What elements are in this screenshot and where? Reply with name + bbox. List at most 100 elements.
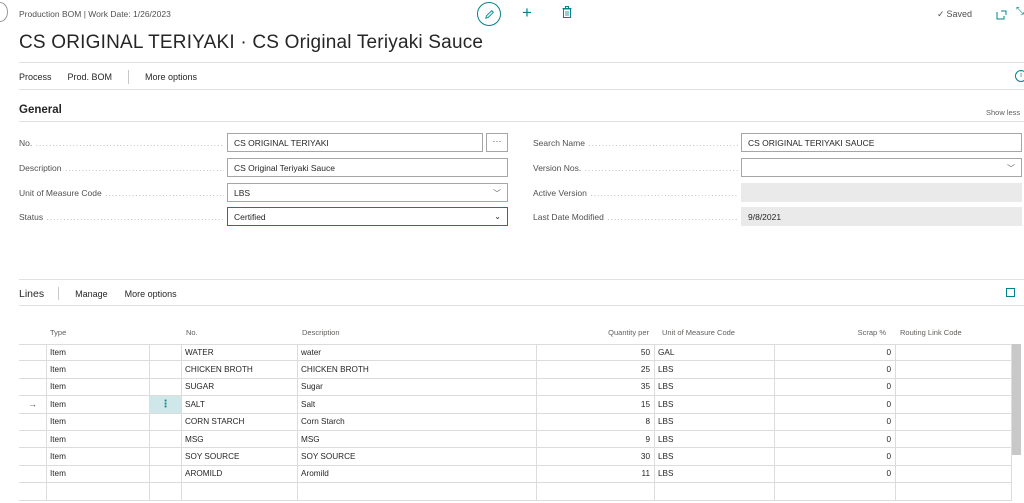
cell-type[interactable]: Item [47, 448, 150, 465]
cell-quantity-per[interactable]: 8 [537, 413, 655, 430]
cell-description[interactable]: Salt [298, 396, 537, 413]
cell-routing[interactable] [896, 430, 1012, 448]
cell-quantity-per[interactable]: 11 [537, 465, 655, 483]
lookup-button[interactable]: ··· [486, 133, 508, 152]
cell-quantity-per[interactable]: 35 [537, 378, 655, 396]
table-row[interactable]: Item SOY SOURCE SOY SOURCE 30 LBS 0 [19, 448, 1012, 466]
version-nos-select[interactable]: ﹀ [741, 158, 1022, 177]
row-actions[interactable] [150, 413, 182, 430]
cell-no[interactable]: SOY SOURCE [182, 448, 298, 465]
show-less-link[interactable]: Show less [986, 108, 1020, 117]
cell-no[interactable]: WATER [182, 344, 298, 361]
cell-no[interactable]: SUGAR [182, 378, 298, 396]
cell-quantity-per[interactable] [537, 483, 655, 500]
info-icon[interactable]: i [1015, 70, 1024, 82]
cell-description[interactable]: CHICKEN BROTH [298, 361, 537, 378]
table-row[interactable]: → Item ⋮ SALT Salt 15 LBS 0 [19, 396, 1012, 414]
row-actions[interactable] [150, 378, 182, 396]
status-select[interactable]: Certified ⌄ [227, 207, 508, 226]
general-section-title[interactable]: General [19, 104, 62, 116]
cell-description[interactable]: SOY SOURCE [298, 448, 537, 465]
row-actions[interactable] [150, 430, 182, 448]
row-actions[interactable] [150, 361, 182, 378]
table-row[interactable]: Item AROMILD Aromild 11 LBS 0 [19, 465, 1012, 484]
cell-scrap[interactable]: 0 [775, 413, 896, 430]
cell-type[interactable]: Item [47, 344, 150, 361]
cell-routing[interactable] [896, 378, 1012, 396]
edit-button[interactable] [477, 2, 501, 26]
cell-uom[interactable]: LBS [655, 448, 775, 465]
cell-scrap[interactable]: 0 [775, 448, 896, 465]
cell-quantity-per[interactable]: 9 [537, 430, 655, 448]
cell-type[interactable] [47, 483, 150, 500]
more-options-menu[interactable]: More options [145, 72, 197, 82]
cell-scrap[interactable] [775, 483, 896, 500]
cell-uom[interactable]: LBS [655, 465, 775, 483]
table-row[interactable]: Item SUGAR Sugar 35 LBS 0 [19, 378, 1012, 397]
cell-uom[interactable] [655, 483, 775, 500]
col-type[interactable]: Type [50, 328, 66, 337]
cell-no[interactable]: SALT [182, 396, 298, 413]
cell-routing[interactable] [896, 344, 1012, 361]
table-row[interactable] [19, 483, 1012, 501]
prod-bom-menu[interactable]: Prod. BOM [68, 72, 113, 82]
cell-no[interactable]: MSG [182, 430, 298, 448]
cell-routing[interactable] [896, 413, 1012, 430]
manage-menu[interactable]: Manage [75, 289, 108, 299]
cell-scrap[interactable]: 0 [775, 361, 896, 378]
cell-no[interactable]: CORN STARCH [182, 413, 298, 430]
no-field[interactable]: CS ORIGINAL TERIYAKI [227, 133, 483, 152]
cell-description[interactable]: Corn Starch [298, 413, 537, 430]
row-actions[interactable]: ⋮ [150, 396, 182, 413]
table-row[interactable]: Item MSG MSG 9 LBS 0 [19, 430, 1012, 449]
cell-uom[interactable]: LBS [655, 413, 775, 430]
cell-uom[interactable]: GAL [655, 344, 775, 361]
new-button[interactable]: + [522, 4, 532, 21]
table-row[interactable]: Item CHICKEN BROTH CHICKEN BROTH 25 LBS 0 [19, 361, 1012, 379]
cell-routing[interactable] [896, 396, 1012, 413]
vertical-scrollbar[interactable] [1012, 344, 1021, 455]
cell-routing[interactable] [896, 465, 1012, 483]
cell-description[interactable]: Aromild [298, 465, 537, 483]
collapse-button[interactable]: ⤡ [1016, 6, 1024, 17]
cell-scrap[interactable]: 0 [775, 378, 896, 396]
cell-quantity-per[interactable]: 15 [537, 396, 655, 413]
table-row[interactable]: Item WATER water 50 GAL 0 [19, 344, 1012, 362]
table-row[interactable]: Item CORN STARCH Corn Starch 8 LBS 0 [19, 413, 1012, 431]
back-button[interactable] [0, 2, 8, 22]
cell-type[interactable]: Item [47, 378, 150, 396]
lines-section-title[interactable]: Lines [19, 288, 44, 300]
col-description[interactable]: Description [302, 328, 340, 337]
cell-type[interactable]: Item [47, 361, 150, 378]
cell-uom[interactable]: LBS [655, 378, 775, 396]
cell-type[interactable]: Item [47, 430, 150, 448]
cell-quantity-per[interactable]: 25 [537, 361, 655, 378]
cell-uom[interactable]: LBS [655, 396, 775, 413]
col-uom[interactable]: Unit of Measure Code [662, 328, 735, 337]
cell-no[interactable] [182, 483, 298, 500]
uom-select[interactable]: LBS ﹀ [227, 183, 508, 202]
row-actions[interactable] [150, 465, 182, 483]
row-actions[interactable] [150, 448, 182, 465]
cell-description[interactable]: water [298, 344, 537, 361]
cell-quantity-per[interactable]: 50 [537, 344, 655, 361]
cell-uom[interactable]: LBS [655, 430, 775, 448]
col-no[interactable]: No. [186, 328, 198, 337]
col-quantity-per[interactable]: Quantity per [600, 328, 649, 337]
search-name-field[interactable]: CS ORIGINAL TERIYAKI SAUCE [741, 133, 1022, 152]
cell-no[interactable]: AROMILD [182, 465, 298, 483]
delete-button[interactable] [562, 5, 572, 23]
col-scrap[interactable]: Scrap % [840, 328, 886, 337]
cell-quantity-per[interactable]: 30 [537, 448, 655, 465]
cell-scrap[interactable]: 0 [775, 344, 896, 361]
process-menu[interactable]: Process [19, 72, 52, 82]
cell-uom[interactable]: LBS [655, 361, 775, 378]
description-field[interactable]: CS Original Teriyaki Sauce [227, 158, 508, 177]
cell-scrap[interactable]: 0 [775, 465, 896, 483]
cell-scrap[interactable]: 0 [775, 396, 896, 413]
cell-routing[interactable] [896, 448, 1012, 465]
cell-type[interactable]: Item [47, 465, 150, 483]
cell-description[interactable]: MSG [298, 430, 537, 448]
cell-routing[interactable] [896, 361, 1012, 378]
row-actions[interactable] [150, 344, 182, 361]
